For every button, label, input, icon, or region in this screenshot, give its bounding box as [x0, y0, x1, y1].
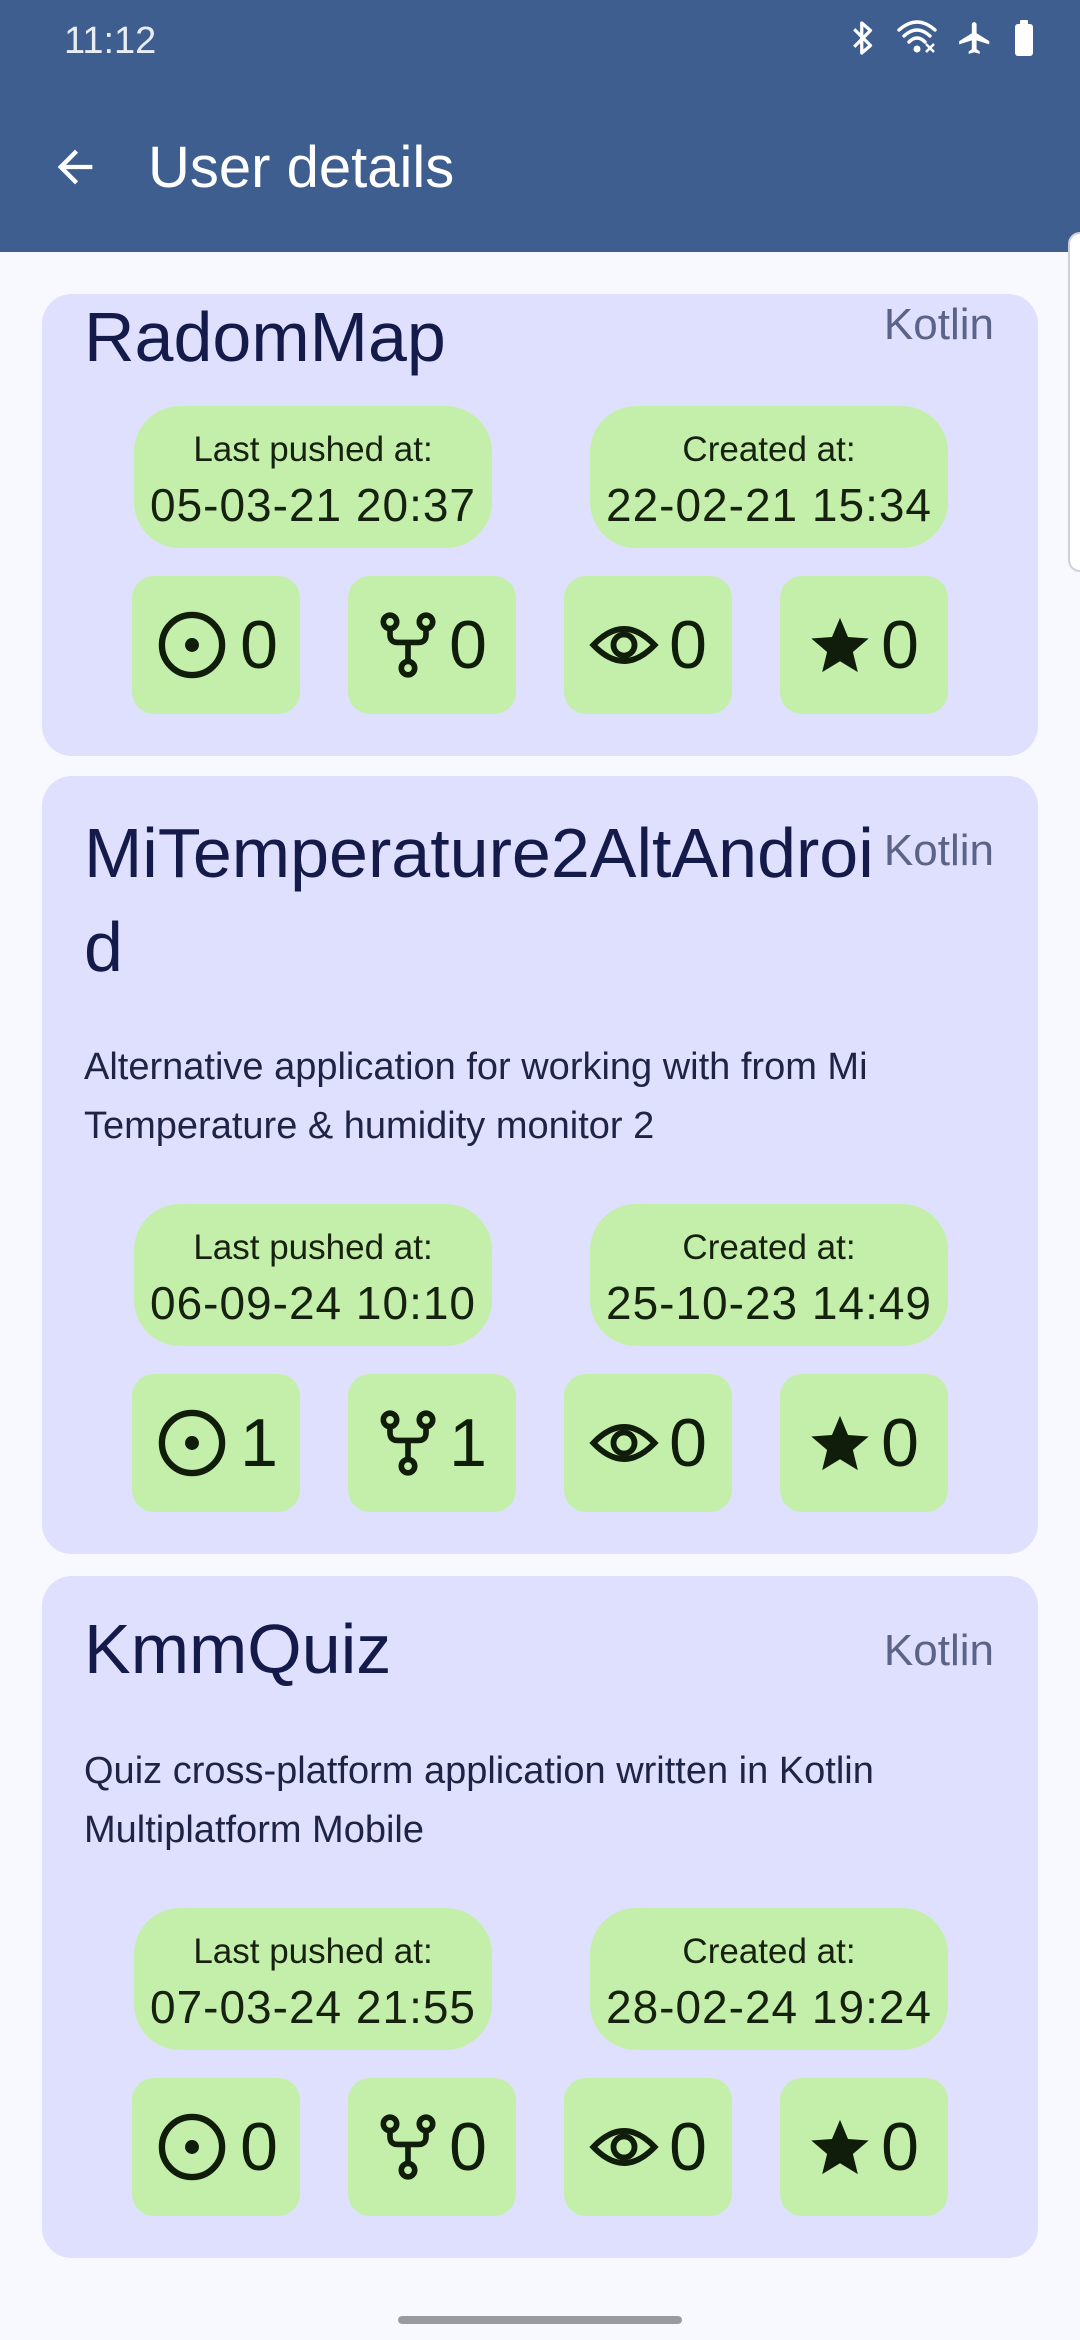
stars-count: 0: [881, 1405, 919, 1481]
eye-icon: [589, 2128, 659, 2166]
forks-stat: 0: [348, 576, 516, 714]
created-label: Created at:: [682, 1932, 856, 1971]
last-pushed-label: Last pushed at:: [193, 430, 433, 469]
repo-name: RadomMap: [84, 298, 446, 376]
star-icon: [811, 617, 869, 673]
star-icon: [811, 2119, 869, 2175]
arrow-back-icon: [57, 149, 93, 185]
issues-count: 1: [240, 1405, 278, 1481]
forks-count: 1: [449, 1405, 487, 1481]
last-pushed-value: 07-03-24 21:55: [149, 1981, 477, 2033]
forks-count: 0: [449, 607, 487, 683]
repo-language: Kotlin: [883, 826, 994, 875]
created-chip: Created at: 25-10-23 14:49: [590, 1204, 948, 1346]
created-chip: Created at: 28-02-24 19:24: [590, 1908, 948, 2050]
watchers-count: 0: [669, 607, 707, 683]
fork-icon: [380, 612, 436, 678]
issues-stat: 0: [132, 2078, 300, 2216]
watchers-count: 0: [669, 2109, 707, 2185]
wifi-icon: [897, 20, 937, 53]
issues-stat: 1: [132, 1374, 300, 1512]
repo-card[interactable]: RadomMap Kotlin Last pushed at: 05-03-21…: [42, 294, 1038, 756]
repo-language: Kotlin: [883, 300, 994, 349]
last-pushed-label: Last pushed at:: [193, 1228, 433, 1267]
fork-icon: [380, 2114, 436, 2180]
issues-count: 0: [240, 2109, 278, 2185]
watchers-stat: 0: [564, 2078, 732, 2216]
stars-count: 0: [881, 607, 919, 683]
repo-card[interactable]: MiTemperature2AltAndroid Kotlin Alternat…: [42, 776, 1038, 1554]
stars-stat: 0: [780, 576, 948, 714]
status-time: 11:12: [64, 20, 157, 62]
issues-icon: [158, 1409, 226, 1477]
repo-language: Kotlin: [883, 1626, 994, 1675]
repo-name: KmmQuiz: [84, 1610, 392, 1688]
forks-stat: 1: [348, 1374, 516, 1512]
status-icons: [848, 18, 1036, 58]
page-title: User details: [148, 135, 455, 200]
repo-description: Alternative application for working with…: [84, 1046, 868, 1147]
app-bar: User details: [0, 84, 1080, 252]
forks-count: 0: [449, 2109, 487, 2185]
star-icon: [811, 1415, 869, 1471]
battery-icon: [1015, 20, 1033, 56]
watchers-count: 0: [669, 1405, 707, 1481]
created-label: Created at:: [682, 1228, 856, 1267]
created-label: Created at:: [682, 430, 856, 469]
last-pushed-chip: Last pushed at: 06-09-24 10:10: [134, 1204, 492, 1346]
last-pushed-label: Last pushed at:: [193, 1932, 433, 1971]
watchers-stat: 0: [564, 1374, 732, 1512]
issues-stat: 0: [132, 576, 300, 714]
issues-count: 0: [240, 607, 278, 683]
last-pushed-value: 06-09-24 10:10: [149, 1277, 477, 1329]
issues-icon: [158, 611, 226, 679]
stars-count: 0: [881, 2109, 919, 2185]
watchers-stat: 0: [564, 576, 732, 714]
created-value: 22-02-21 15:34: [605, 479, 933, 531]
issues-icon: [158, 2113, 226, 2181]
last-pushed-chip: Last pushed at: 05-03-21 20:37: [134, 406, 492, 548]
stars-stat: 0: [780, 1374, 948, 1512]
last-pushed-chip: Last pushed at: 07-03-24 21:55: [134, 1908, 492, 2050]
status-bar: 11:12: [0, 0, 1080, 84]
repo-card[interactable]: KmmQuiz Kotlin Quiz cross-platform appli…: [42, 1576, 1038, 2258]
fork-icon: [380, 1410, 436, 1476]
eye-icon: [589, 1424, 659, 1462]
gesture-bar[interactable]: [398, 2316, 682, 2324]
repo-description: Quiz cross-platform application written …: [84, 1750, 874, 1851]
bluetooth-icon: [853, 21, 873, 55]
airplane-icon: [959, 22, 990, 54]
last-pushed-value: 05-03-21 20:37: [149, 479, 477, 531]
forks-stat: 0: [348, 2078, 516, 2216]
back-button[interactable]: [44, 136, 106, 198]
repo-name: MiTemperature2AltAndroid: [84, 814, 874, 986]
eye-icon: [589, 626, 659, 664]
stars-stat: 0: [780, 2078, 948, 2216]
created-chip: Created at: 22-02-21 15:34: [590, 406, 948, 548]
created-value: 28-02-24 19:24: [605, 1981, 933, 2033]
created-value: 25-10-23 14:49: [605, 1277, 933, 1329]
repo-list[interactable]: RadomMap Kotlin Last pushed at: 05-03-21…: [0, 252, 1080, 2292]
